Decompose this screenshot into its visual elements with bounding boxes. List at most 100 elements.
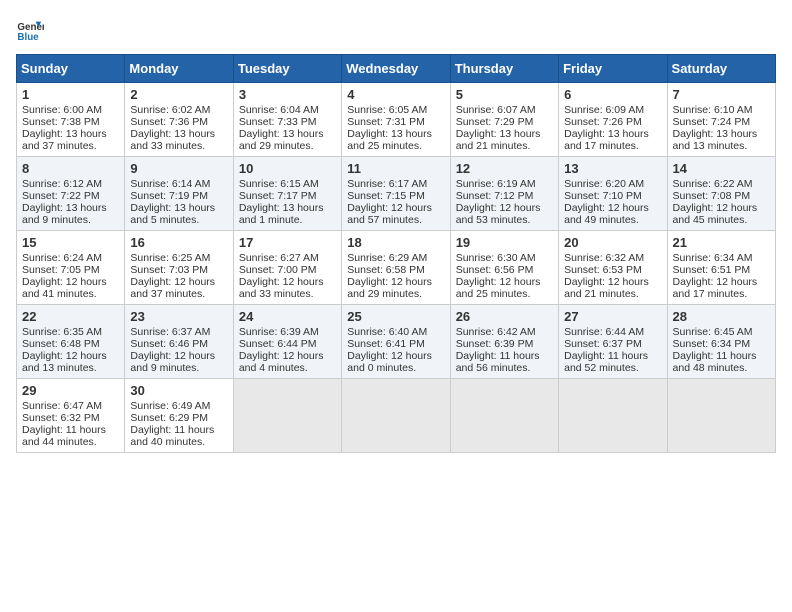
sunrise-text: Sunrise: 6:04 AM bbox=[239, 104, 319, 116]
sunset-text: Sunset: 7:15 PM bbox=[347, 190, 425, 202]
calendar-week-row: 1 Sunrise: 6:00 AM Sunset: 7:38 PM Dayli… bbox=[17, 83, 776, 157]
table-row: 20 Sunrise: 6:32 AM Sunset: 6:53 PM Dayl… bbox=[559, 231, 667, 305]
day-number: 3 bbox=[239, 87, 336, 102]
table-row: 21 Sunrise: 6:34 AM Sunset: 6:51 PM Dayl… bbox=[667, 231, 775, 305]
sunset-text: Sunset: 6:51 PM bbox=[673, 264, 751, 276]
table-row bbox=[667, 379, 775, 453]
sunrise-text: Sunrise: 6:40 AM bbox=[347, 326, 427, 338]
sunrise-text: Sunrise: 6:05 AM bbox=[347, 104, 427, 116]
day-number: 22 bbox=[22, 309, 119, 324]
sunrise-text: Sunrise: 6:07 AM bbox=[456, 104, 536, 116]
sunset-text: Sunset: 6:46 PM bbox=[130, 338, 208, 350]
sunset-text: Sunset: 7:33 PM bbox=[239, 116, 317, 128]
sunset-text: Sunset: 6:58 PM bbox=[347, 264, 425, 276]
daylight-text: Daylight: 12 hours and 41 minutes. bbox=[22, 276, 107, 300]
daylight-text: Daylight: 12 hours and 4 minutes. bbox=[239, 350, 324, 374]
sunrise-text: Sunrise: 6:47 AM bbox=[22, 400, 102, 412]
table-row: 9 Sunrise: 6:14 AM Sunset: 7:19 PM Dayli… bbox=[125, 157, 233, 231]
sunset-text: Sunset: 7:10 PM bbox=[564, 190, 642, 202]
daylight-text: Daylight: 12 hours and 21 minutes. bbox=[564, 276, 649, 300]
sunrise-text: Sunrise: 6:17 AM bbox=[347, 178, 427, 190]
sunset-text: Sunset: 7:26 PM bbox=[564, 116, 642, 128]
sunrise-text: Sunrise: 6:39 AM bbox=[239, 326, 319, 338]
daylight-text: Daylight: 12 hours and 9 minutes. bbox=[130, 350, 215, 374]
sunrise-text: Sunrise: 6:49 AM bbox=[130, 400, 210, 412]
daylight-text: Daylight: 13 hours and 33 minutes. bbox=[130, 128, 215, 152]
sunset-text: Sunset: 7:31 PM bbox=[347, 116, 425, 128]
sunset-text: Sunset: 6:29 PM bbox=[130, 412, 208, 424]
sunset-text: Sunset: 6:39 PM bbox=[456, 338, 534, 350]
daylight-text: Daylight: 11 hours and 48 minutes. bbox=[673, 350, 757, 374]
table-row: 26 Sunrise: 6:42 AM Sunset: 6:39 PM Dayl… bbox=[450, 305, 558, 379]
sunset-text: Sunset: 7:00 PM bbox=[239, 264, 317, 276]
sunrise-text: Sunrise: 6:34 AM bbox=[673, 252, 753, 264]
day-number: 15 bbox=[22, 235, 119, 250]
sunrise-text: Sunrise: 6:32 AM bbox=[564, 252, 644, 264]
day-number: 6 bbox=[564, 87, 661, 102]
sunset-text: Sunset: 6:34 PM bbox=[673, 338, 751, 350]
sunrise-text: Sunrise: 6:02 AM bbox=[130, 104, 210, 116]
sunset-text: Sunset: 7:12 PM bbox=[456, 190, 534, 202]
col-monday: Monday bbox=[125, 55, 233, 83]
day-number: 4 bbox=[347, 87, 444, 102]
daylight-text: Daylight: 13 hours and 5 minutes. bbox=[130, 202, 215, 226]
daylight-text: Daylight: 12 hours and 29 minutes. bbox=[347, 276, 432, 300]
daylight-text: Daylight: 13 hours and 1 minute. bbox=[239, 202, 324, 226]
table-row: 8 Sunrise: 6:12 AM Sunset: 7:22 PM Dayli… bbox=[17, 157, 125, 231]
logo-icon: General Blue bbox=[16, 16, 44, 44]
day-number: 30 bbox=[130, 383, 227, 398]
table-row: 2 Sunrise: 6:02 AM Sunset: 7:36 PM Dayli… bbox=[125, 83, 233, 157]
table-row: 27 Sunrise: 6:44 AM Sunset: 6:37 PM Dayl… bbox=[559, 305, 667, 379]
day-number: 9 bbox=[130, 161, 227, 176]
daylight-text: Daylight: 13 hours and 37 minutes. bbox=[22, 128, 107, 152]
daylight-text: Daylight: 12 hours and 33 minutes. bbox=[239, 276, 324, 300]
table-row: 24 Sunrise: 6:39 AM Sunset: 6:44 PM Dayl… bbox=[233, 305, 341, 379]
daylight-text: Daylight: 12 hours and 25 minutes. bbox=[456, 276, 541, 300]
day-number: 26 bbox=[456, 309, 553, 324]
logo: General Blue bbox=[16, 16, 48, 44]
day-number: 5 bbox=[456, 87, 553, 102]
day-number: 24 bbox=[239, 309, 336, 324]
sunrise-text: Sunrise: 6:22 AM bbox=[673, 178, 753, 190]
day-number: 28 bbox=[673, 309, 770, 324]
table-row: 19 Sunrise: 6:30 AM Sunset: 6:56 PM Dayl… bbox=[450, 231, 558, 305]
calendar-week-row: 22 Sunrise: 6:35 AM Sunset: 6:48 PM Dayl… bbox=[17, 305, 776, 379]
table-row: 16 Sunrise: 6:25 AM Sunset: 7:03 PM Dayl… bbox=[125, 231, 233, 305]
table-row: 18 Sunrise: 6:29 AM Sunset: 6:58 PM Dayl… bbox=[342, 231, 450, 305]
sunset-text: Sunset: 7:08 PM bbox=[673, 190, 751, 202]
table-row: 30 Sunrise: 6:49 AM Sunset: 6:29 PM Dayl… bbox=[125, 379, 233, 453]
sunset-text: Sunset: 6:53 PM bbox=[564, 264, 642, 276]
sunrise-text: Sunrise: 6:09 AM bbox=[564, 104, 644, 116]
daylight-text: Daylight: 12 hours and 13 minutes. bbox=[22, 350, 107, 374]
daylight-text: Daylight: 11 hours and 44 minutes. bbox=[22, 424, 106, 448]
calendar-week-row: 8 Sunrise: 6:12 AM Sunset: 7:22 PM Dayli… bbox=[17, 157, 776, 231]
sunrise-text: Sunrise: 6:29 AM bbox=[347, 252, 427, 264]
col-sunday: Sunday bbox=[17, 55, 125, 83]
sunrise-text: Sunrise: 6:15 AM bbox=[239, 178, 319, 190]
table-row: 28 Sunrise: 6:45 AM Sunset: 6:34 PM Dayl… bbox=[667, 305, 775, 379]
day-number: 17 bbox=[239, 235, 336, 250]
day-number: 2 bbox=[130, 87, 227, 102]
sunrise-text: Sunrise: 6:12 AM bbox=[22, 178, 102, 190]
page-header: General Blue bbox=[16, 16, 776, 44]
sunrise-text: Sunrise: 6:27 AM bbox=[239, 252, 319, 264]
day-number: 14 bbox=[673, 161, 770, 176]
table-row: 29 Sunrise: 6:47 AM Sunset: 6:32 PM Dayl… bbox=[17, 379, 125, 453]
daylight-text: Daylight: 12 hours and 17 minutes. bbox=[673, 276, 758, 300]
daylight-text: Daylight: 11 hours and 56 minutes. bbox=[456, 350, 540, 374]
sunset-text: Sunset: 7:29 PM bbox=[456, 116, 534, 128]
sunrise-text: Sunrise: 6:25 AM bbox=[130, 252, 210, 264]
day-number: 25 bbox=[347, 309, 444, 324]
daylight-text: Daylight: 13 hours and 21 minutes. bbox=[456, 128, 541, 152]
daylight-text: Daylight: 12 hours and 0 minutes. bbox=[347, 350, 432, 374]
day-number: 8 bbox=[22, 161, 119, 176]
table-row: 3 Sunrise: 6:04 AM Sunset: 7:33 PM Dayli… bbox=[233, 83, 341, 157]
col-thursday: Thursday bbox=[450, 55, 558, 83]
calendar-week-row: 15 Sunrise: 6:24 AM Sunset: 7:05 PM Dayl… bbox=[17, 231, 776, 305]
col-tuesday: Tuesday bbox=[233, 55, 341, 83]
sunrise-text: Sunrise: 6:19 AM bbox=[456, 178, 536, 190]
sunrise-text: Sunrise: 6:20 AM bbox=[564, 178, 644, 190]
table-row: 6 Sunrise: 6:09 AM Sunset: 7:26 PM Dayli… bbox=[559, 83, 667, 157]
table-row: 23 Sunrise: 6:37 AM Sunset: 6:46 PM Dayl… bbox=[125, 305, 233, 379]
table-row: 14 Sunrise: 6:22 AM Sunset: 7:08 PM Dayl… bbox=[667, 157, 775, 231]
